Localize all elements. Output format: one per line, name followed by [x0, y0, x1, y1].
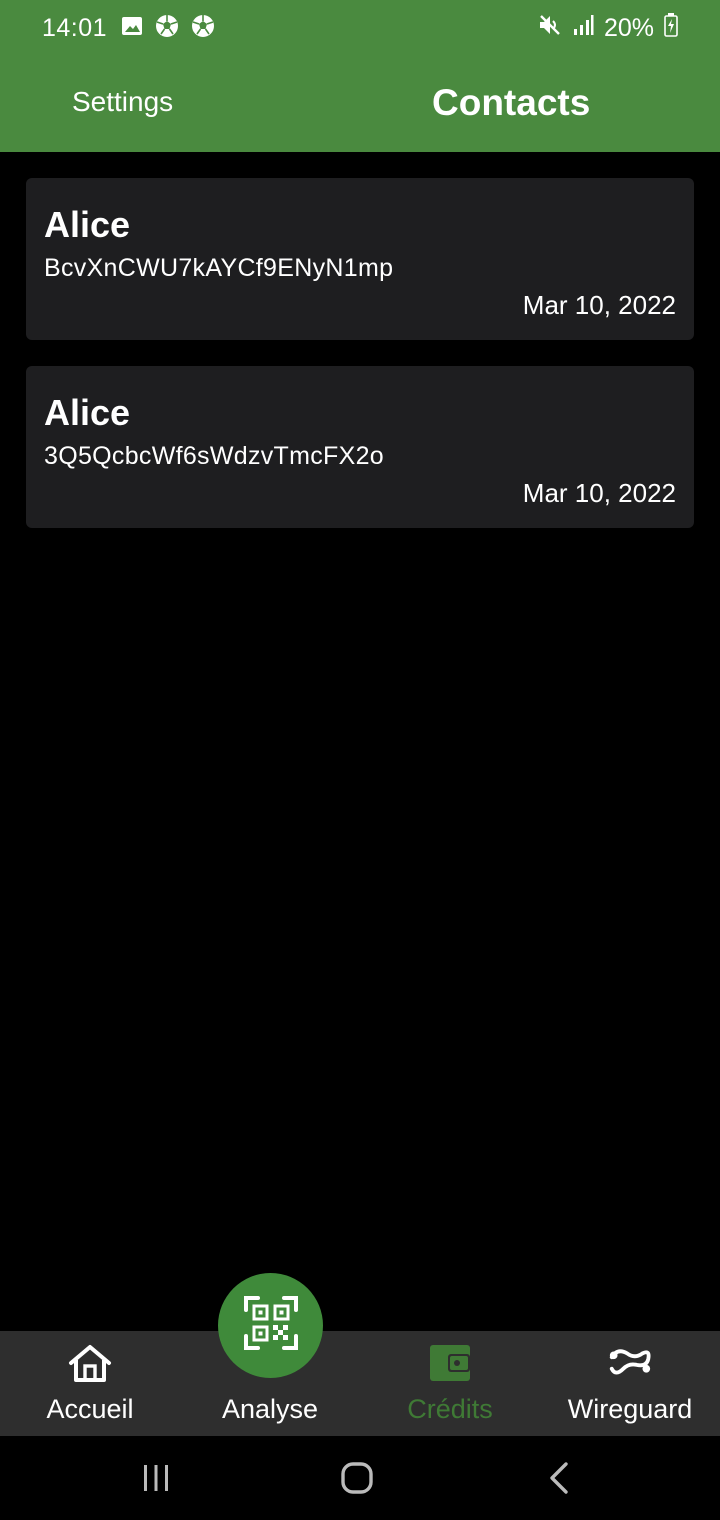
- qr-scan-icon: [242, 1294, 300, 1357]
- battery-charging-icon: [664, 12, 678, 44]
- soccer-ball-icon: [155, 14, 179, 43]
- status-time: 14:01: [42, 13, 108, 42]
- gallery-icon: [121, 15, 143, 42]
- contact-card[interactable]: Alice 3Q5QcbcWf6sWdzvTmcFX2o Mar 10, 202…: [26, 366, 694, 528]
- signal-icon: [572, 14, 594, 43]
- scan-button[interactable]: [218, 1273, 323, 1378]
- wallet-icon: [426, 1341, 474, 1385]
- wireguard-icon: [606, 1341, 654, 1385]
- contact-id: 3Q5QcbcWf6sWdzvTmcFX2o: [44, 442, 384, 470]
- nav-label: Accueil: [46, 1394, 134, 1424]
- contact-id: BcvXnCWU7kAYCf9ENyN1mp: [44, 254, 394, 282]
- nav-label: Crédits: [407, 1394, 493, 1424]
- home-icon: [66, 1341, 114, 1385]
- system-nav-bar: [0, 1436, 720, 1520]
- back-icon[interactable]: [534, 1456, 584, 1500]
- home-circle-icon[interactable]: [332, 1456, 382, 1500]
- contact-date: Mar 10, 2022: [522, 290, 676, 320]
- nav-label: Wireguard: [567, 1394, 693, 1424]
- recents-icon[interactable]: [131, 1456, 181, 1500]
- page-title: Contacts: [432, 82, 591, 123]
- status-bar: 14:01 20%: [0, 0, 720, 56]
- mute-icon: [538, 13, 562, 44]
- battery-percent: 20%: [603, 13, 654, 42]
- nav-item-credits[interactable]: Crédits: [360, 1331, 540, 1436]
- contact-name: Alice: [44, 204, 131, 245]
- contact-name: Alice: [44, 392, 131, 433]
- soccer-ball-icon: [191, 14, 215, 43]
- app-header: Settings Contacts: [0, 56, 720, 152]
- nav-item-wireguard[interactable]: Wireguard: [540, 1331, 720, 1436]
- bottom-nav: Accueil Analyse Crédits Wireguard: [0, 1331, 720, 1436]
- contact-card[interactable]: Alice BcvXnCWU7kAYCf9ENyN1mp Mar 10, 202…: [26, 178, 694, 340]
- contact-date: Mar 10, 2022: [522, 478, 676, 508]
- settings-button[interactable]: Settings: [72, 86, 173, 118]
- contact-list: Alice BcvXnCWU7kAYCf9ENyN1mp Mar 10, 202…: [26, 178, 694, 554]
- nav-item-accueil[interactable]: Accueil: [0, 1331, 180, 1436]
- nav-label: Analyse: [221, 1394, 319, 1424]
